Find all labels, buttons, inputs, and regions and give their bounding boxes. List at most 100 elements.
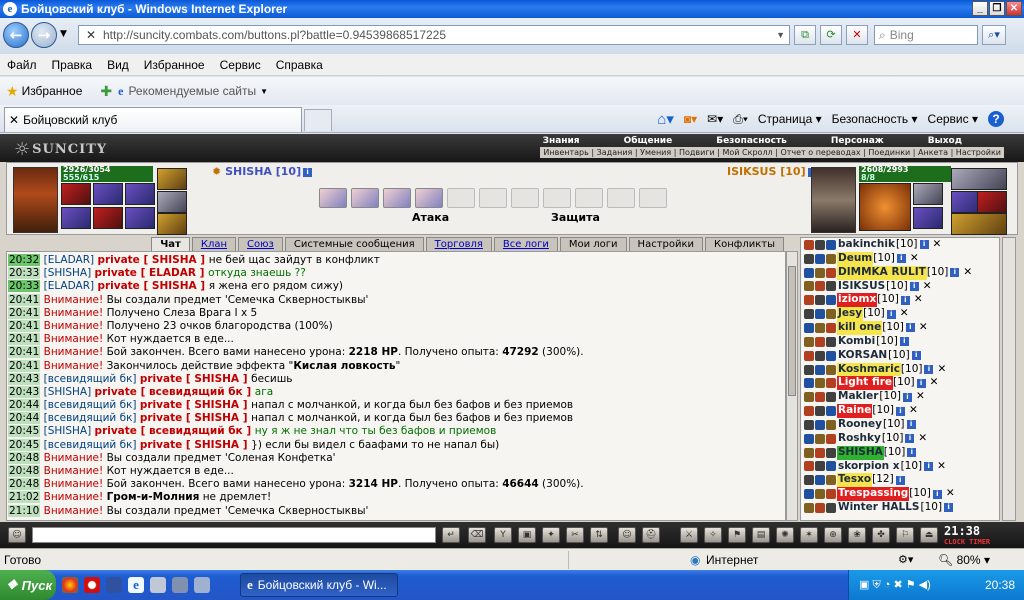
fight-icon[interactable] <box>804 502 814 513</box>
player-item[interactable] <box>93 183 123 205</box>
save-icon[interactable]: ▣ <box>518 527 536 543</box>
clan-icon[interactable] <box>815 350 825 361</box>
chat-timestamp[interactable]: 20:48 <box>8 465 41 477</box>
chat-tab[interactable]: Конфликты <box>705 237 784 251</box>
player-row[interactable]: Jesy [10] i ✕ <box>804 307 999 322</box>
clan-icon[interactable] <box>815 447 825 458</box>
enemy-name[interactable]: ISIKSUS [10]i <box>727 165 817 178</box>
chat-input[interactable] <box>32 527 436 543</box>
command-tools[interactable]: Сервис ▾ <box>928 112 978 126</box>
chat-private-target[interactable]: private [ SHISHA ] <box>140 439 251 451</box>
clan-icon[interactable] <box>815 239 825 250</box>
chat-private-target[interactable]: private [ всевидящий бк ] <box>95 425 255 437</box>
emote-icon[interactable]: ☺ <box>8 527 26 543</box>
player-row[interactable]: iziomx [10] i ✕ <box>804 293 999 308</box>
chat-private-target[interactable]: private [ SHISHA ] <box>140 399 251 411</box>
chat-nick[interactable]: [ELADAR] <box>44 254 98 266</box>
flag-icon[interactable]: ⚐ <box>896 527 914 543</box>
player-avatar[interactable] <box>13 167 58 233</box>
enemy-item[interactable] <box>977 191 1007 213</box>
chat-timestamp[interactable]: 20:44 <box>8 399 41 412</box>
align-icon[interactable] <box>826 267 836 278</box>
filter-icon[interactable]: Y <box>494 527 512 543</box>
player-item[interactable] <box>157 213 187 235</box>
align-icon[interactable] <box>826 281 836 292</box>
scroll-thumb[interactable] <box>788 266 796 396</box>
player-nick[interactable]: SHISHA <box>837 445 884 460</box>
chat-nick[interactable]: [всевидящий бк] <box>44 399 140 411</box>
minimize-button[interactable]: _ <box>972 1 988 16</box>
player-nick[interactable]: Kombi <box>837 335 876 349</box>
tray-icons[interactable]: ▣ ⛨ ◔ ✖ ⚑ ◀) <box>859 578 931 592</box>
floppy-icon[interactable] <box>106 577 122 593</box>
align-icon[interactable] <box>826 239 836 250</box>
player-row[interactable]: Kombi [10] i <box>804 335 999 349</box>
fight-icon[interactable] <box>804 267 814 278</box>
menu-edit[interactable]: Правка <box>45 58 101 72</box>
suggested-sites-link[interactable]: Рекомендуемые сайты <box>128 84 256 98</box>
info-icon[interactable]: i <box>303 167 313 177</box>
enemy-item[interactable] <box>859 183 911 231</box>
info-icon[interactable]: i <box>902 392 912 402</box>
player-name[interactable]: ✹ SHISHA [10] i <box>212 165 313 178</box>
player-nick[interactable]: Raine <box>837 404 873 418</box>
skill-slot[interactable] <box>383 188 411 208</box>
chat-tab[interactable]: Системные сообщения <box>284 237 424 251</box>
chat-timestamp[interactable]: 20:41 <box>8 359 41 372</box>
map-icon[interactable]: ✧ <box>704 527 722 543</box>
fight-icon[interactable] <box>804 336 814 347</box>
clan-icon[interactable] <box>815 502 825 513</box>
chat-timestamp[interactable]: 20:33 <box>8 280 41 293</box>
clan-icon[interactable] <box>815 378 825 389</box>
magic-icon[interactable]: ✶ <box>800 527 818 543</box>
chat-private-target[interactable]: private [ SHISHA ] <box>140 412 251 424</box>
player-nick[interactable]: bakinchik <box>837 238 896 252</box>
command-page[interactable]: Страница ▾ <box>758 112 822 126</box>
helmet-icon[interactable]: ⛑ <box>642 527 660 543</box>
clan-icon[interactable] <box>815 364 825 375</box>
menu-tools[interactable]: Сервис <box>213 58 269 72</box>
address-dropdown-icon[interactable]: ▼ <box>776 30 785 40</box>
player-nick[interactable]: DIMMKA RULIT <box>837 265 927 280</box>
clan-icon[interactable] <box>815 406 825 417</box>
fight-icon[interactable] <box>804 322 814 333</box>
game-menu-knowledge[interactable]: Знания <box>519 136 600 146</box>
clan-icon[interactable] <box>815 267 825 278</box>
chat-tab[interactable]: Торговля <box>425 237 492 251</box>
player-row[interactable]: Roshky [10] i ✕ <box>804 432 999 446</box>
clan-icon[interactable] <box>815 295 825 306</box>
chat-private-target[interactable]: private [ SHISHA ] <box>140 373 251 385</box>
favorites-button[interactable]: Избранное <box>22 84 83 98</box>
skill-slot[interactable] <box>479 188 507 208</box>
search-field[interactable]: ⌕ Bing <box>874 25 978 45</box>
refresh-icon[interactable]: ⟳ <box>820 25 842 45</box>
search-icon[interactable]: ⌕▾ <box>982 25 1006 45</box>
fight-icon[interactable]: ✦ <box>542 527 560 543</box>
quest-icon[interactable]: ⚑ <box>728 527 746 543</box>
chat-tab[interactable]: Мои логи <box>559 237 627 251</box>
skill-icon[interactable]: ✺ <box>776 527 794 543</box>
player-item[interactable] <box>61 183 91 205</box>
chat-scrollbar[interactable] <box>786 251 798 521</box>
enemy-item[interactable] <box>951 213 1007 235</box>
clan-icon[interactable] <box>815 392 825 403</box>
maximize-button[interactable]: ❐ <box>989 1 1005 16</box>
home-icon[interactable]: ⌂▾ <box>657 110 674 128</box>
app-icon[interactable] <box>194 577 210 593</box>
command-security[interactable]: Безопасность ▾ <box>832 112 918 126</box>
info-icon[interactable]: i <box>895 406 905 416</box>
pet-icon[interactable]: ❀ <box>848 527 866 543</box>
fight-icon[interactable] <box>804 475 814 486</box>
close-button[interactable]: ✕ <box>1006 1 1022 16</box>
ie-quicklaunch-icon[interactable]: e <box>128 577 144 593</box>
info-icon[interactable]: i <box>895 475 905 485</box>
chat-nick[interactable]: [SHISHA] <box>44 425 95 437</box>
fight-icon[interactable] <box>804 309 814 320</box>
player-nick[interactable]: KORSAN <box>837 349 888 363</box>
game-sub-menu[interactable]: Инвентарь | Задания | Умения | Подвиги |… <box>540 147 1004 158</box>
info-icon[interactable]: i <box>944 503 954 513</box>
smile-icon[interactable]: ☺ <box>618 527 636 543</box>
chat-tab[interactable]: Настройки <box>628 237 704 251</box>
back-button[interactable]: ← <box>3 22 29 48</box>
chat-nick[interactable]: [всевидящий бк] <box>44 412 140 424</box>
